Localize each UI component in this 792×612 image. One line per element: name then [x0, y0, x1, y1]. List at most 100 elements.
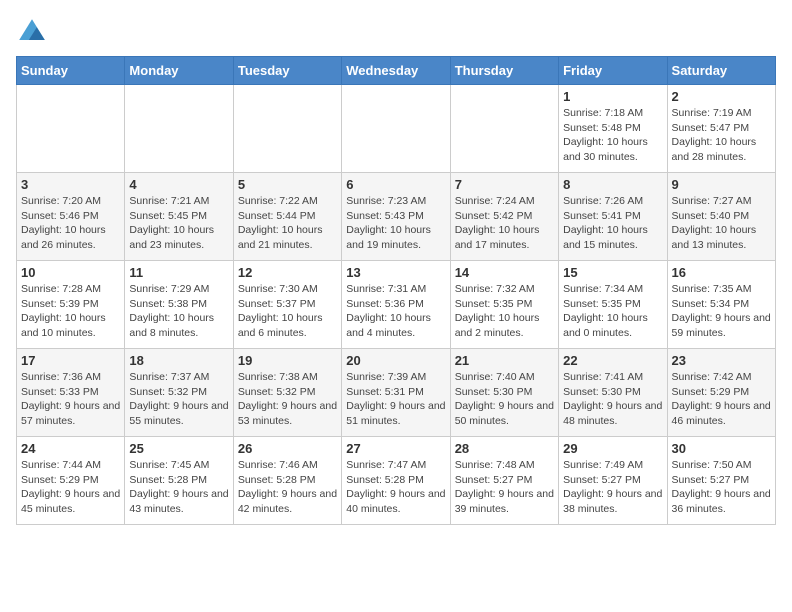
calendar-cell: 16Sunrise: 7:35 AM Sunset: 5:34 PM Dayli…	[667, 261, 775, 349]
day-info: Sunrise: 7:40 AM Sunset: 5:30 PM Dayligh…	[455, 370, 554, 429]
day-info: Sunrise: 7:20 AM Sunset: 5:46 PM Dayligh…	[21, 194, 120, 253]
day-number: 23	[672, 353, 771, 368]
calendar-cell: 14 Sunrise: 7:32 AM Sunset: 5:35 PM Dayli…	[450, 261, 558, 349]
day-info: Sunrise: 7:37 AM Sunset: 5:32 PM Dayligh…	[129, 370, 228, 429]
calendar-cell	[233, 85, 341, 173]
calendar-cell: 20 Sunrise: 7:39 AM Sunset: 5:31 PM Dayli…	[342, 349, 450, 437]
day-info: Sunrise: 7:38 AM Sunset: 5:32 PM Dayligh…	[238, 370, 337, 429]
day-number: 18	[129, 353, 228, 368]
day-info: Sunrise: 7:42 AM Sunset: 5:29 PM Dayligh…	[672, 370, 771, 429]
day-info: Sunrise: 7:29 AM Sunset: 5:38 PM Dayligh…	[129, 282, 228, 341]
calendar-cell: 7Sunrise: 7:24 AM Sunset: 5:42 PM Daylig…	[450, 173, 558, 261]
day-number: 7	[455, 177, 554, 192]
calendar-cell: 25Sunrise: 7:45 AM Sunset: 5:28 PM Dayli…	[125, 437, 233, 525]
day-info: Sunrise: 7:44 AM Sunset: 5:29 PM Dayligh…	[21, 458, 120, 517]
day-number: 8	[563, 177, 662, 192]
calendar-cell: 6 Sunrise: 7:23 AM Sunset: 5:43 PM Daylig…	[342, 173, 450, 261]
day-info: Sunrise: 7:28 AM Sunset: 5:39 PM Dayligh…	[21, 282, 120, 341]
column-header-saturday: Saturday	[667, 57, 775, 85]
calendar-cell: 27 Sunrise: 7:47 AM Sunset: 5:28 PM Dayli…	[342, 437, 450, 525]
calendar-cell	[342, 85, 450, 173]
day-number: 5	[238, 177, 337, 192]
day-number: 24	[21, 441, 120, 456]
calendar-cell: 26 Sunrise: 7:46 AM Sunset: 5:28 PM Dayli…	[233, 437, 341, 525]
day-number: 22	[563, 353, 662, 368]
day-info: Sunrise: 7:48 AM Sunset: 5:27 PM Dayligh…	[455, 458, 554, 517]
calendar-cell: 23 Sunrise: 7:42 AM Sunset: 5:29 PM Dayli…	[667, 349, 775, 437]
day-number: 15	[563, 265, 662, 280]
day-info: Sunrise: 7:49 AM Sunset: 5:27 PM Dayligh…	[563, 458, 662, 517]
day-info: Sunrise: 7:27 AM Sunset: 5:40 PM Dayligh…	[672, 194, 771, 253]
day-number: 30	[672, 441, 771, 456]
day-number: 9	[672, 177, 771, 192]
day-number: 29	[563, 441, 662, 456]
day-info: Sunrise: 7:39 AM Sunset: 5:31 PM Dayligh…	[346, 370, 445, 429]
day-number: 28	[455, 441, 554, 456]
calendar-cell: 15 Sunrise: 7:34 AM Sunset: 5:35 PM Dayli…	[559, 261, 667, 349]
calendar-cell: 28 Sunrise: 7:48 AM Sunset: 5:27 PM Dayli…	[450, 437, 558, 525]
calendar-cell: 10 Sunrise: 7:28 AM Sunset: 5:39 PM Dayli…	[17, 261, 125, 349]
calendar-cell	[125, 85, 233, 173]
day-info: Sunrise: 7:32 AM Sunset: 5:35 PM Dayligh…	[455, 282, 554, 341]
day-number: 6	[346, 177, 445, 192]
day-info: Sunrise: 7:23 AM Sunset: 5:43 PM Dayligh…	[346, 194, 445, 253]
calendar-cell: 17 Sunrise: 7:36 AM Sunset: 5:33 PM Dayli…	[17, 349, 125, 437]
column-header-sunday: Sunday	[17, 57, 125, 85]
day-info: Sunrise: 7:30 AM Sunset: 5:37 PM Dayligh…	[238, 282, 337, 341]
column-header-thursday: Thursday	[450, 57, 558, 85]
day-info: Sunrise: 7:41 AM Sunset: 5:30 PM Dayligh…	[563, 370, 662, 429]
day-info: Sunrise: 7:34 AM Sunset: 5:35 PM Dayligh…	[563, 282, 662, 341]
day-number: 1	[563, 89, 662, 104]
calendar-cell: 30 Sunrise: 7:50 AM Sunset: 5:27 PM Dayli…	[667, 437, 775, 525]
day-info: Sunrise: 7:18 AM Sunset: 5:48 PM Dayligh…	[563, 106, 662, 165]
day-number: 12	[238, 265, 337, 280]
calendar-cell: 18 Sunrise: 7:37 AM Sunset: 5:32 PM Dayli…	[125, 349, 233, 437]
calendar-cell: 24 Sunrise: 7:44 AM Sunset: 5:29 PM Dayli…	[17, 437, 125, 525]
day-number: 3	[21, 177, 120, 192]
day-number: 20	[346, 353, 445, 368]
day-info: Sunrise: 7:21 AM Sunset: 5:45 PM Dayligh…	[129, 194, 228, 253]
column-header-monday: Monday	[125, 57, 233, 85]
column-header-wednesday: Wednesday	[342, 57, 450, 85]
day-number: 25	[129, 441, 228, 456]
calendar-cell: 19 Sunrise: 7:38 AM Sunset: 5:32 PM Dayli…	[233, 349, 341, 437]
calendar-cell	[17, 85, 125, 173]
calendar-cell: 12 Sunrise: 7:30 AM Sunset: 5:37 PM Dayli…	[233, 261, 341, 349]
day-number: 4	[129, 177, 228, 192]
calendar-cell: 4 Sunrise: 7:21 AM Sunset: 5:45 PM Daylig…	[125, 173, 233, 261]
day-number: 19	[238, 353, 337, 368]
day-info: Sunrise: 7:47 AM Sunset: 5:28 PM Dayligh…	[346, 458, 445, 517]
day-number: 21	[455, 353, 554, 368]
calendar-cell: 9 Sunrise: 7:27 AM Sunset: 5:40 PM Daylig…	[667, 173, 775, 261]
day-info: Sunrise: 7:31 AM Sunset: 5:36 PM Dayligh…	[346, 282, 445, 341]
calendar-cell: 5 Sunrise: 7:22 AM Sunset: 5:44 PM Daylig…	[233, 173, 341, 261]
day-info: Sunrise: 7:36 AM Sunset: 5:33 PM Dayligh…	[21, 370, 120, 429]
day-number: 16	[672, 265, 771, 280]
day-info: Sunrise: 7:46 AM Sunset: 5:28 PM Dayligh…	[238, 458, 337, 517]
calendar-cell: 11 Sunrise: 7:29 AM Sunset: 5:38 PM Dayli…	[125, 261, 233, 349]
calendar-week-row: 17 Sunrise: 7:36 AM Sunset: 5:33 PM Dayli…	[17, 349, 776, 437]
day-number: 10	[21, 265, 120, 280]
day-number: 14	[455, 265, 554, 280]
day-number: 27	[346, 441, 445, 456]
calendar-week-row: 1 Sunrise: 7:18 AM Sunset: 5:48 PM Daylig…	[17, 85, 776, 173]
calendar-week-row: 3 Sunrise: 7:20 AM Sunset: 5:46 PM Daylig…	[17, 173, 776, 261]
calendar-cell: 29 Sunrise: 7:49 AM Sunset: 5:27 PM Dayli…	[559, 437, 667, 525]
calendar-cell: 22 Sunrise: 7:41 AM Sunset: 5:30 PM Dayli…	[559, 349, 667, 437]
day-number: 13	[346, 265, 445, 280]
day-number: 2	[672, 89, 771, 104]
column-header-tuesday: Tuesday	[233, 57, 341, 85]
calendar-cell: 8Sunrise: 7:26 AM Sunset: 5:41 PM Daylig…	[559, 173, 667, 261]
calendar-week-row: 10 Sunrise: 7:28 AM Sunset: 5:39 PM Dayli…	[17, 261, 776, 349]
page-header	[16, 16, 776, 48]
day-info: Sunrise: 7:19 AM Sunset: 5:47 PM Dayligh…	[672, 106, 771, 165]
column-header-friday: Friday	[559, 57, 667, 85]
day-info: Sunrise: 7:50 AM Sunset: 5:27 PM Dayligh…	[672, 458, 771, 517]
day-info: Sunrise: 7:22 AM Sunset: 5:44 PM Dayligh…	[238, 194, 337, 253]
day-number: 11	[129, 265, 228, 280]
day-number: 17	[21, 353, 120, 368]
calendar-cell: 21 Sunrise: 7:40 AM Sunset: 5:30 PM Dayli…	[450, 349, 558, 437]
calendar-cell	[450, 85, 558, 173]
calendar-cell: 13 Sunrise: 7:31 AM Sunset: 5:36 PM Dayli…	[342, 261, 450, 349]
day-number: 26	[238, 441, 337, 456]
